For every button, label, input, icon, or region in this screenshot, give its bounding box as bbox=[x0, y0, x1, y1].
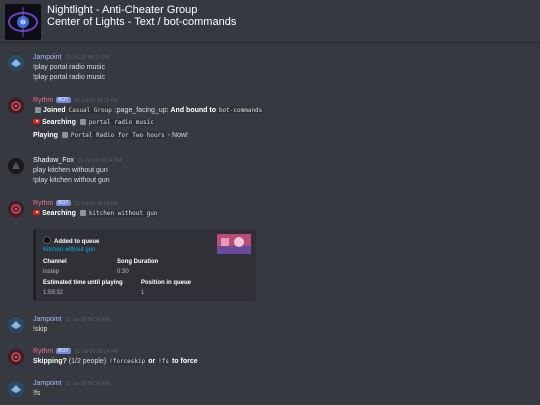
avatar[interactable] bbox=[8, 158, 24, 174]
playing-label: Playing bbox=[33, 132, 58, 139]
field-name: Channel bbox=[43, 259, 67, 265]
search-query: portal radio music bbox=[87, 119, 155, 126]
field-name: Position in queue bbox=[141, 280, 192, 286]
joined-line: Joined Casual Group :page_facing_up: And… bbox=[33, 107, 264, 114]
message-text: !fs bbox=[33, 390, 41, 397]
author-line: Rythm BOT 21-Jul-20 09:14 PM bbox=[33, 200, 118, 207]
author-line: Shadow_Fox 21-Jul-20 09:14 PM bbox=[33, 157, 122, 164]
skip-line: Skipping? (1/2 people) !forceskip or !fs… bbox=[33, 358, 198, 365]
avatar[interactable] bbox=[8, 381, 24, 397]
skip-suffix: to force bbox=[171, 358, 198, 365]
timestamp: 21-Jul-20 09:14 PM bbox=[74, 349, 119, 355]
embed-author: Added to queue bbox=[43, 236, 99, 245]
field-value: 1 bbox=[141, 290, 145, 296]
search-icon bbox=[79, 210, 86, 216]
server-icon[interactable] bbox=[5, 4, 41, 40]
field-value: 0:30 bbox=[117, 269, 129, 275]
bot-badge: BOT bbox=[56, 200, 71, 206]
or-text: or bbox=[148, 358, 156, 365]
avatar[interactable] bbox=[8, 317, 24, 333]
youtube-icon bbox=[33, 119, 40, 124]
message-text: play kitchen without gun bbox=[33, 167, 108, 174]
searching-line: Searching kitchen without gun bbox=[33, 210, 159, 217]
author-line: Rythm BOT 21-Jul-20 09:13 PM bbox=[33, 97, 118, 104]
author-line: Jampoint 21-Jul-20 09:14 PM bbox=[33, 380, 109, 387]
author-name[interactable]: Jampoint bbox=[33, 316, 61, 323]
youtube-icon bbox=[33, 210, 40, 215]
author-line: Rythm BOT 21-Jul-20 09:14 PM bbox=[33, 348, 118, 355]
timestamp: 21-Jul-20 09:14 PM bbox=[77, 158, 122, 164]
server-title: Nightlight - Anti-Cheater Group bbox=[47, 4, 198, 16]
joined-label: Joined bbox=[43, 107, 66, 114]
searching-line: Searching portal radio music bbox=[33, 119, 155, 126]
timestamp: 21-Jul-20 09:13 PM bbox=[74, 98, 119, 104]
timestamp: 21-Jul-20 09:14 PM bbox=[65, 381, 110, 387]
avatar[interactable] bbox=[8, 201, 24, 217]
text-channel-name: bot-commands bbox=[217, 107, 264, 114]
avatar[interactable] bbox=[8, 98, 24, 114]
author-name[interactable]: Shadow_Fox bbox=[33, 157, 74, 164]
avatar[interactable] bbox=[8, 349, 24, 365]
field-name: Estimated time until playing bbox=[43, 280, 123, 286]
bot-badge: BOT bbox=[56, 97, 71, 103]
message-text: !play portal radio music bbox=[33, 64, 105, 71]
searching-label: Searching bbox=[42, 119, 76, 126]
bot-badge: BOT bbox=[56, 348, 71, 354]
emoji-text: :page_facing_up: bbox=[114, 107, 169, 114]
page-icon bbox=[35, 107, 41, 113]
embed-author-text: Added to queue bbox=[54, 239, 100, 245]
skip-label: Skipping? bbox=[33, 358, 67, 365]
channel-path: Center of Lights - Text / bot-commands bbox=[47, 16, 237, 28]
avatar[interactable] bbox=[8, 55, 24, 71]
fs-command: !fs bbox=[157, 358, 170, 365]
field-name: Song Duration bbox=[117, 259, 159, 265]
search-query: kitchen without gun bbox=[87, 210, 159, 217]
bound-label: And bound to bbox=[170, 107, 216, 114]
music-icon bbox=[61, 132, 68, 138]
search-icon bbox=[79, 119, 86, 125]
forceskip-command: !forceskip bbox=[108, 358, 147, 365]
author-line: Jampoint 21-Jul-20 09:13 PM bbox=[33, 54, 109, 61]
timestamp: 21-Jul-20 09:13 PM bbox=[65, 55, 110, 61]
embed-title-link[interactable]: Kitchen without gun bbox=[43, 247, 95, 253]
author-name[interactable]: Jampoint bbox=[33, 380, 61, 387]
message-text: !play kitchen without gun bbox=[33, 177, 110, 184]
voice-channel-name: Casual Group bbox=[67, 107, 113, 114]
author-line: Jampoint 21-Jul-20 09:14 PM bbox=[33, 316, 109, 323]
playing-line: Playing Portal Radio for Two hours - Now… bbox=[33, 132, 188, 139]
timestamp: 21-Jul-20 09:14 PM bbox=[65, 317, 110, 323]
skip-votes: (1/2 people) bbox=[68, 358, 107, 365]
track-name: Portal Radio for Two hours bbox=[69, 132, 166, 139]
author-name[interactable]: Rythm bbox=[33, 200, 53, 207]
message-text: !skip bbox=[33, 326, 48, 333]
field-value: 1:59:32 bbox=[43, 290, 64, 296]
message-text: !play portal radio music bbox=[33, 74, 105, 81]
embed-author-icon bbox=[43, 236, 51, 244]
playing-suffix: - Now! bbox=[167, 132, 188, 139]
searching-label: Searching bbox=[42, 210, 76, 217]
author-name[interactable]: Rythm bbox=[33, 348, 53, 355]
queue-embed: Added to queue Kitchen without gun Chann… bbox=[33, 229, 256, 301]
field-value: instep bbox=[43, 269, 60, 275]
channel-header: Nightlight - Anti-Cheater Group Center o… bbox=[0, 0, 540, 43]
timestamp: 21-Jul-20 09:14 PM bbox=[74, 201, 119, 207]
video-thumbnail[interactable] bbox=[217, 234, 251, 254]
author-name[interactable]: Jampoint bbox=[33, 54, 61, 61]
author-name[interactable]: Rythm bbox=[33, 97, 53, 104]
